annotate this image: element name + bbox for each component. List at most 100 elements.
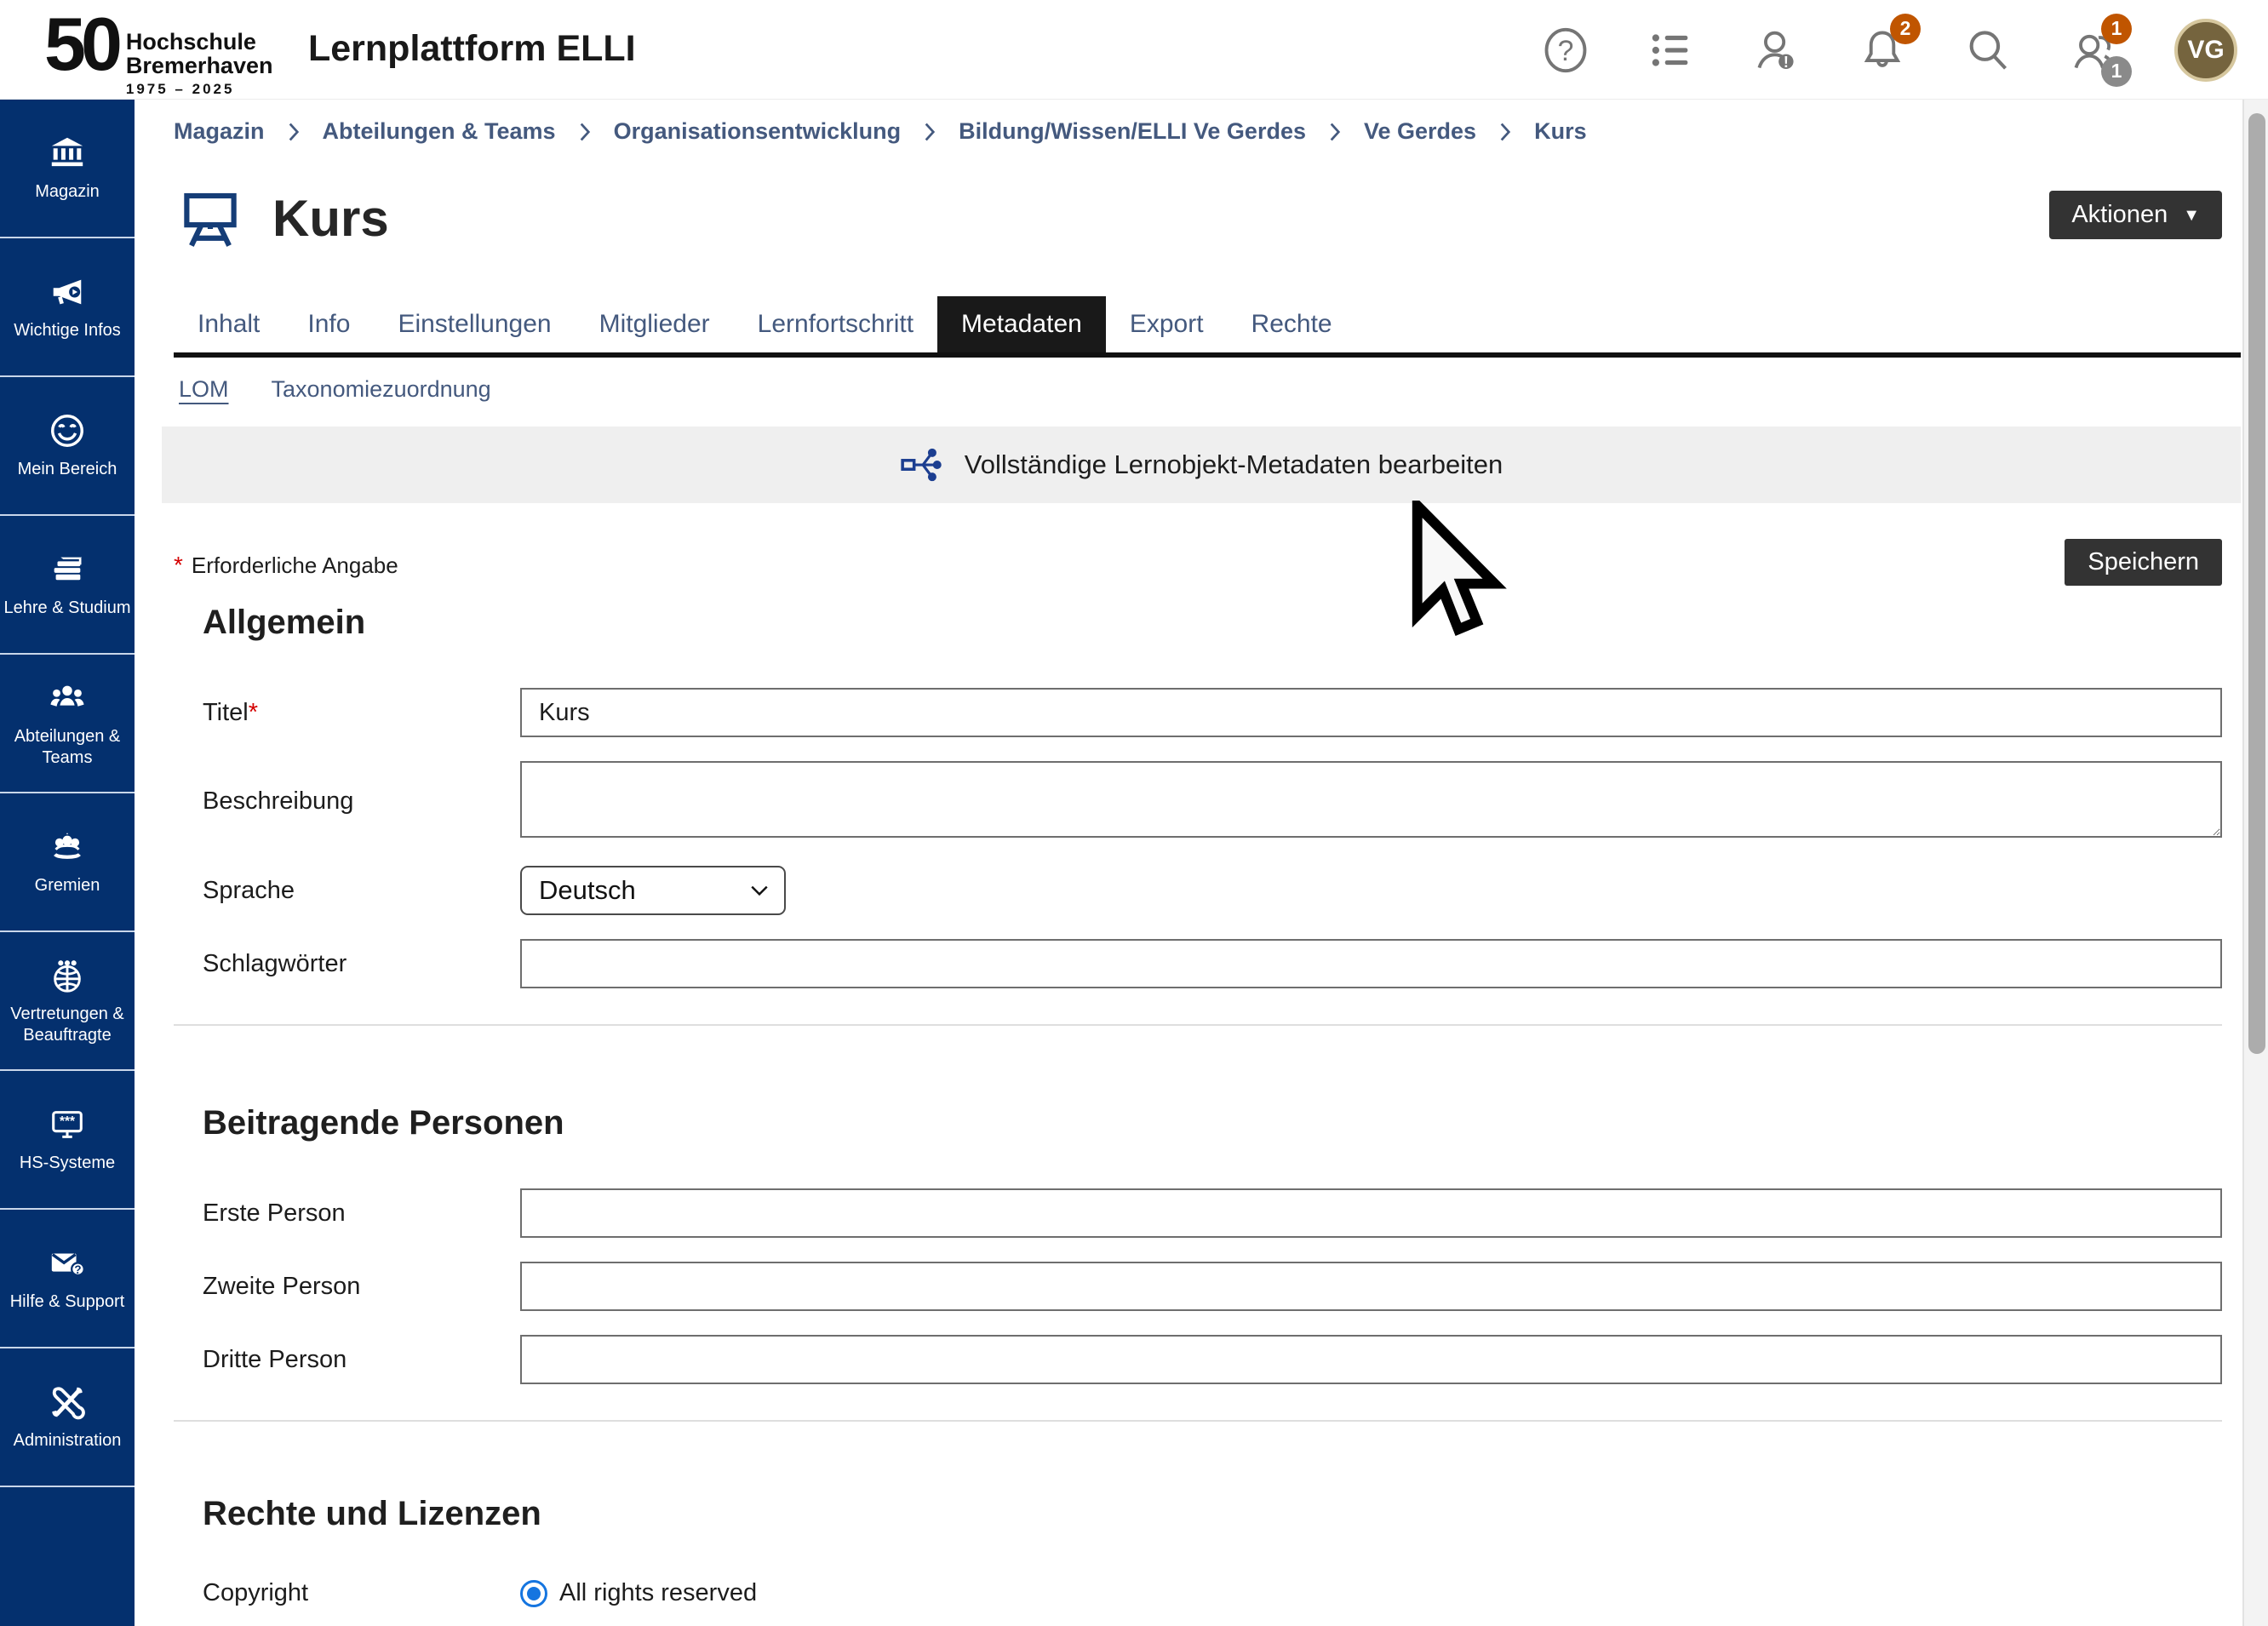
sidebar-item-label: Mein Bereich bbox=[18, 459, 117, 480]
sidebar-item-label: Lehre & Studium bbox=[4, 598, 131, 619]
chevron-right-icon bbox=[1329, 122, 1341, 142]
app-title: Lernplattform ELLI bbox=[308, 28, 636, 70]
breadcrumb-item[interactable]: Organisationsentwicklung bbox=[614, 118, 902, 145]
mail-help-icon: ? bbox=[48, 1244, 87, 1283]
breadcrumb-item[interactable]: Magazin bbox=[174, 118, 265, 145]
sidebar-item-abteilungen-teams[interactable]: Abteilungen & Teams bbox=[0, 655, 135, 793]
bullet-list-icon[interactable] bbox=[1647, 26, 1696, 75]
chevron-right-icon bbox=[579, 122, 591, 142]
contacts-badge-bottom: 1 bbox=[2101, 56, 2132, 87]
page-title-row: Kurs Aktionen ▼ bbox=[174, 179, 2222, 257]
select-chevron-icon bbox=[750, 885, 769, 896]
subtab-lom[interactable]: LOM bbox=[179, 376, 229, 403]
svg-text:***: *** bbox=[60, 1114, 75, 1129]
schlagwoerter-input[interactable] bbox=[520, 939, 2222, 988]
erste-person-input[interactable] bbox=[520, 1188, 2222, 1238]
user-avatar[interactable]: VG bbox=[2174, 19, 2237, 82]
page-scrollbar[interactable] bbox=[2242, 100, 2268, 1626]
sidebar-item-vertretungen-beauftragte[interactable]: Vertretungen & Beauftragte bbox=[0, 932, 135, 1071]
svg-text:?: ? bbox=[1558, 35, 1574, 67]
required-asterisk: * bbox=[174, 552, 183, 579]
chevron-right-icon bbox=[924, 122, 936, 142]
field-row-zweite-person: Zweite Person bbox=[174, 1262, 2222, 1311]
required-hint: Erforderliche Angabe bbox=[192, 552, 398, 579]
tab-bar: Inhalt Info Einstellungen Mitglieder Ler… bbox=[174, 296, 2241, 358]
field-row-sprache: Sprache Deutsch bbox=[174, 866, 2222, 915]
sidebar-item-lehre-studium[interactable]: Lehre & Studium bbox=[0, 516, 135, 655]
bank-icon bbox=[48, 134, 87, 173]
edit-full-metadata-banner[interactable]: Vollständige Lernobjekt-Metadaten bearbe… bbox=[162, 427, 2241, 503]
chevron-right-icon bbox=[288, 122, 300, 142]
tab-mitglieder[interactable]: Mitglieder bbox=[576, 296, 734, 352]
university-logo: 50 Hochschule Bremerhaven 1975 – 2025 bbox=[44, 9, 272, 98]
people-group-icon bbox=[48, 678, 87, 718]
main-sidebar: Magazin Wichtige Infos Mein Bereich bbox=[0, 100, 135, 1626]
beschreibung-textarea[interactable] bbox=[520, 761, 2222, 838]
course-board-icon bbox=[177, 183, 243, 253]
section-divider bbox=[174, 1024, 2222, 1026]
scrollbar-thumb[interactable] bbox=[2248, 113, 2265, 1054]
tab-rechte[interactable]: Rechte bbox=[1228, 296, 1356, 352]
sidebar-item-gremien[interactable]: Gremien bbox=[0, 793, 135, 932]
svg-text:!: ! bbox=[1784, 53, 1789, 70]
top-header: 50 Hochschule Bremerhaven 1975 – 2025 Le… bbox=[0, 0, 2268, 100]
breadcrumb: Magazin Abteilungen & Teams Organisation… bbox=[174, 100, 2222, 145]
bell-badge: 2 bbox=[1890, 14, 1921, 44]
main-content: Magazin Abteilungen & Teams Organisation… bbox=[135, 100, 2241, 1626]
field-row-copyright: Copyright All rights reserved bbox=[174, 1579, 2222, 1607]
dritte-person-input[interactable] bbox=[520, 1335, 2222, 1384]
contacts-badge-top: 1 bbox=[2101, 14, 2132, 44]
field-row-schlagwoerter: Schlagwörter bbox=[174, 939, 2222, 988]
notifications-bell-icon[interactable]: 2 bbox=[1858, 26, 1907, 75]
sprache-select[interactable]: Deutsch bbox=[520, 866, 786, 915]
field-row-dritte-person: Dritte Person bbox=[174, 1335, 2222, 1384]
zweite-person-input[interactable] bbox=[520, 1262, 2222, 1311]
committee-icon bbox=[48, 827, 87, 867]
tab-export[interactable]: Export bbox=[1106, 296, 1228, 352]
tab-lernfortschritt[interactable]: Lernfortschritt bbox=[734, 296, 937, 352]
beschreibung-label: Beschreibung bbox=[174, 787, 520, 816]
tab-metadaten[interactable]: Metadaten bbox=[937, 296, 1106, 352]
breadcrumb-item[interactable]: Ve Gerdes bbox=[1364, 118, 1476, 145]
globe-people-icon bbox=[48, 956, 87, 995]
dritte-person-label: Dritte Person bbox=[174, 1346, 520, 1374]
tab-einstellungen[interactable]: Einstellungen bbox=[374, 296, 575, 352]
section-divider bbox=[174, 1420, 2222, 1422]
breadcrumb-item[interactable]: Abteilungen & Teams bbox=[323, 118, 556, 145]
sidebar-item-mein-bereich[interactable]: Mein Bereich bbox=[0, 377, 135, 516]
sprache-selected-value: Deutsch bbox=[539, 875, 636, 906]
schlagwoerter-label: Schlagwörter bbox=[174, 950, 520, 978]
breadcrumb-item-current[interactable]: Kurs bbox=[1534, 118, 1587, 145]
breadcrumb-item[interactable]: Bildung/Wissen/ELLI Ve Gerdes bbox=[959, 118, 1306, 145]
sidebar-item-wichtige-infos[interactable]: Wichtige Infos bbox=[0, 238, 135, 377]
page-title: Kurs bbox=[272, 189, 389, 248]
sidebar-item-hilfe-support[interactable]: ? Hilfe & Support bbox=[0, 1210, 135, 1348]
logo-name-line2: Bremerhaven bbox=[126, 54, 273, 78]
section-title-beitragende-personen: Beitragende Personen bbox=[203, 1104, 2222, 1142]
contacts-icon[interactable]: 1 1 bbox=[2069, 26, 2118, 75]
sidebar-item-label: Administration bbox=[14, 1430, 122, 1451]
zweite-person-label: Zweite Person bbox=[174, 1273, 520, 1301]
tab-info[interactable]: Info bbox=[284, 296, 374, 352]
help-icon[interactable]: ? bbox=[1541, 26, 1590, 75]
copyright-radio-selected[interactable] bbox=[520, 1580, 547, 1607]
logo-years: 1975 – 2025 bbox=[126, 81, 273, 98]
sidebar-item-administration[interactable]: Administration bbox=[0, 1348, 135, 1487]
tab-inhalt[interactable]: Inhalt bbox=[174, 296, 284, 352]
copyright-label: Copyright bbox=[174, 1579, 520, 1607]
titel-input[interactable] bbox=[520, 688, 2222, 737]
sidebar-item-label: Wichtige Infos bbox=[14, 320, 121, 341]
sidebar-item-hs-systeme[interactable]: *** HS-Systeme bbox=[0, 1071, 135, 1210]
sidebar-item-magazin[interactable]: Magazin bbox=[0, 100, 135, 238]
user-alert-icon[interactable]: ! bbox=[1752, 26, 1801, 75]
edit-full-metadata-label: Vollständige Lernobjekt-Metadaten bearbe… bbox=[965, 449, 1503, 480]
sprache-label: Sprache bbox=[174, 877, 520, 905]
subtab-taxonomiezuordnung[interactable]: Taxonomiezuordnung bbox=[272, 376, 491, 403]
smiley-icon bbox=[48, 411, 87, 450]
field-row-erste-person: Erste Person bbox=[174, 1188, 2222, 1238]
search-icon[interactable] bbox=[1963, 26, 2013, 75]
actions-button[interactable]: Aktionen ▼ bbox=[2049, 191, 2222, 239]
tools-icon bbox=[48, 1383, 87, 1422]
erste-person-label: Erste Person bbox=[174, 1199, 520, 1228]
save-button[interactable]: Speichern bbox=[2065, 539, 2222, 586]
